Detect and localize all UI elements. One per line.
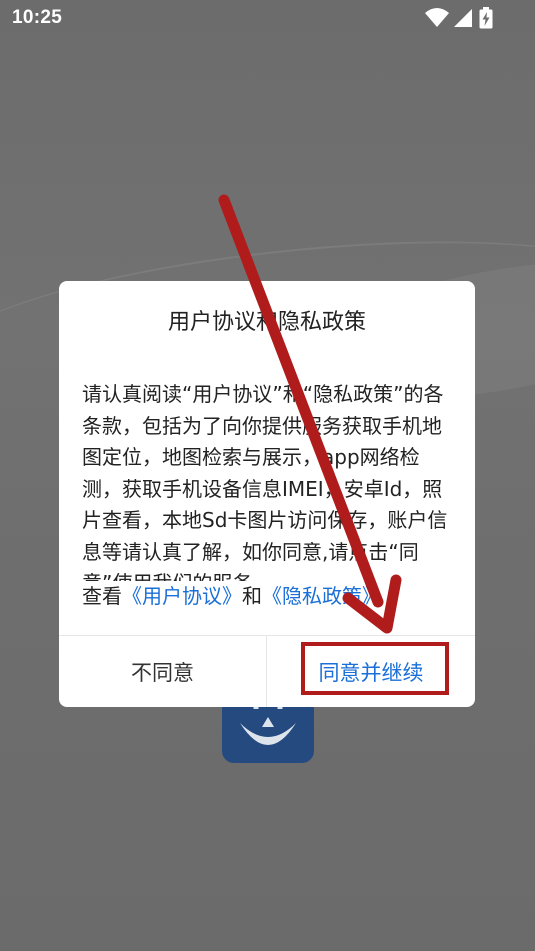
- cellular-signal-icon: [454, 9, 472, 27]
- dialog-body-text[interactable]: 请认真阅读“用户协议”和“隐私政策”的各条款，包括为了向你提供服务获取手机地图定…: [82, 379, 456, 581]
- policy-links: 查看《用户协议》和《隐私政策》: [82, 581, 456, 612]
- user-agreement-link[interactable]: 《用户协议》: [122, 584, 242, 608]
- links-prefix: 查看: [82, 584, 122, 608]
- dialog-title: 用户协议和隐私政策: [167, 310, 366, 335]
- highlight-box: [301, 642, 449, 695]
- links-and: 和: [242, 584, 262, 608]
- status-bar: 10:25: [0, 0, 535, 36]
- wifi-icon: [425, 8, 449, 27]
- app-splash-background: 10:25 用户协议和隐私政策 请认真阅读“用户协议”和“隐私政策”的各条款，包…: [0, 0, 535, 951]
- battery-charging-icon: [479, 7, 493, 29]
- disagree-button[interactable]: 不同意: [59, 636, 266, 707]
- status-time: 10:25: [12, 7, 63, 28]
- privacy-policy-link[interactable]: 《隐私政策》: [262, 584, 382, 608]
